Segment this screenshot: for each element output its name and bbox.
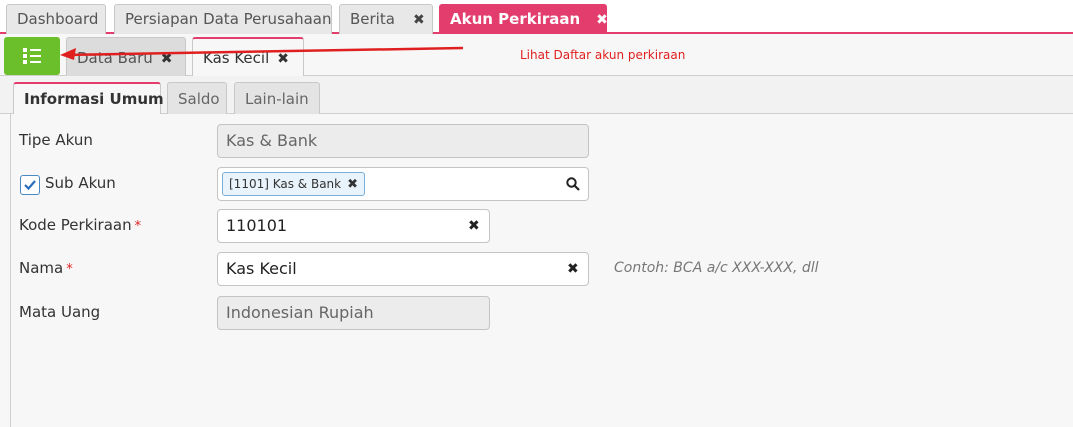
app-window: Dashboard Persiapan Data Perusahaan Beri… xyxy=(0,0,1073,427)
clear-icon[interactable]: ✖ xyxy=(567,253,579,285)
nama-input[interactable]: Kas Kecil ✖ xyxy=(217,252,589,286)
clear-icon[interactable]: ✖ xyxy=(468,210,480,242)
nama-label: Nama * xyxy=(19,259,73,277)
sub-akun-checkbox[interactable] xyxy=(20,175,40,195)
tab-saldo[interactable]: Saldo xyxy=(167,82,227,114)
mata-uang-field: Indonesian Rupiah xyxy=(217,296,490,330)
nama-hint: Contoh: BCA a/c XXX-XXX, dll xyxy=(614,260,819,276)
close-icon[interactable]: ✖ xyxy=(347,177,358,192)
sub-akun-label: Sub Akun xyxy=(45,174,116,192)
sub-akun-chip[interactable]: [1101] Kas & Bank ✖ xyxy=(222,172,366,196)
required-marker: * xyxy=(66,262,73,277)
tab-label: Saldo xyxy=(178,90,220,108)
sub-akun-select[interactable]: [1101] Kas & Bank ✖ xyxy=(217,167,589,201)
tipe-akun-value: Kas & Bank xyxy=(226,131,318,150)
mata-uang-value: Indonesian Rupiah xyxy=(226,303,374,322)
annotation-text: Lihat Daftar akun perkiraan xyxy=(520,48,686,62)
tipe-akun-field: Kas & Bank xyxy=(217,124,589,158)
check-icon xyxy=(24,180,36,191)
required-marker: * xyxy=(134,219,142,234)
kode-perkiraan-label: Kode Perkiraan * xyxy=(19,216,141,234)
kode-perkiraan-input[interactable]: 110101 ✖ xyxy=(217,209,490,243)
search-icon[interactable] xyxy=(566,177,580,191)
tab-label: Informasi Umum xyxy=(24,90,164,108)
mata-uang-label: Mata Uang xyxy=(19,303,101,321)
nama-label-text: Nama xyxy=(19,259,64,277)
chip-label: [1101] Kas & Bank xyxy=(229,177,342,191)
tab-lain-lain[interactable]: Lain-lain xyxy=(234,82,320,114)
tab-informasi-umum[interactable]: Informasi Umum xyxy=(13,82,164,115)
form-tab-bar: Informasi Umum Saldo Lain-lain xyxy=(0,76,1073,115)
tipe-akun-label: Tipe Akun xyxy=(19,131,93,149)
kode-perkiraan-value: 110101 xyxy=(226,216,288,235)
tab-label: Lain-lain xyxy=(245,90,309,108)
kode-perkiraan-label-text: Kode Perkiraan xyxy=(19,216,132,234)
nama-value: Kas Kecil xyxy=(226,259,297,278)
